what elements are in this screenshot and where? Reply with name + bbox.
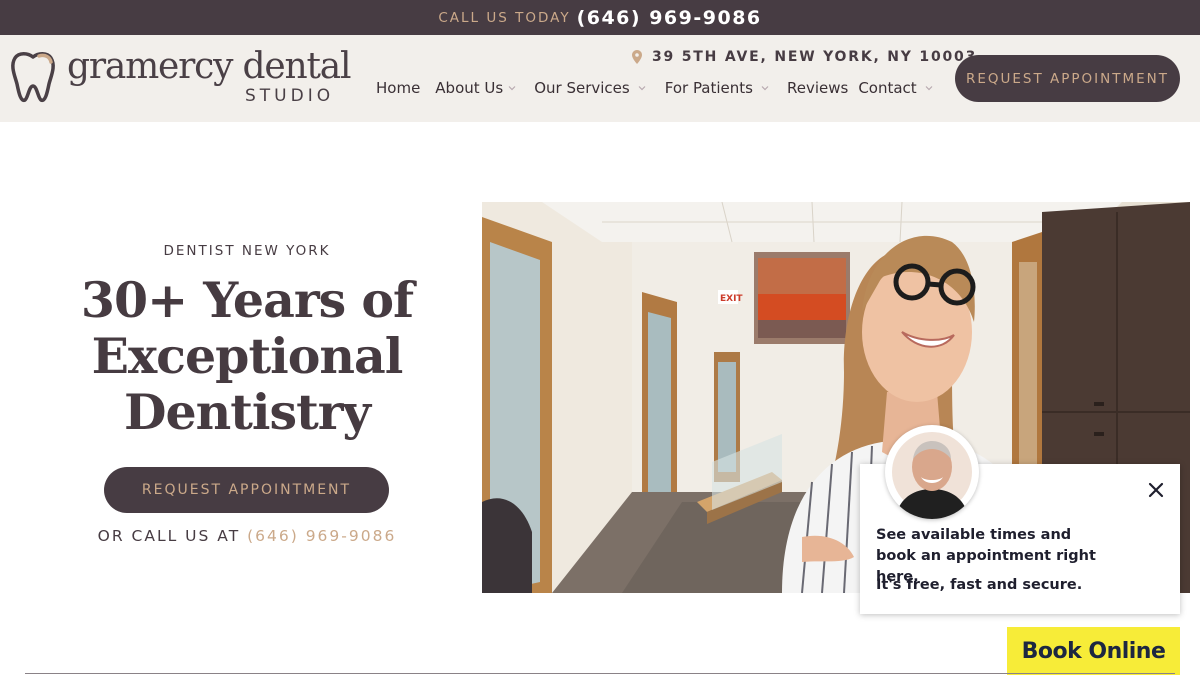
map-pin-icon <box>632 50 642 64</box>
hero-title-line: Exceptional <box>91 327 404 385</box>
chevron-down-icon <box>638 86 646 91</box>
address-text: 39 5TH AVE, NEW YORK, NY 10003 <box>652 49 978 65</box>
chevron-down-icon <box>508 86 516 91</box>
nav-label: Reviews <box>786 79 849 97</box>
main-nav: Home About Us Our Services For Patients … <box>376 79 948 97</box>
hero-phone-link[interactable]: (646) 969-9086 <box>247 527 396 545</box>
section-divider <box>25 673 1175 674</box>
doctor-avatar <box>885 425 979 519</box>
logo-studio: STUDIO <box>245 86 335 106</box>
call-us-label: CALL US TODAY <box>438 9 571 26</box>
tooth-icon <box>11 52 55 103</box>
hero-title-line: 30+ Years of <box>80 271 414 329</box>
nav-item-our-services[interactable]: Our Services <box>534 79 646 97</box>
hero-request-appointment-button[interactable]: REQUEST APPOINTMENT <box>104 467 389 513</box>
popup-message-secondary: It's free, fast and secure. <box>876 577 1083 593</box>
hero-title: 30+ Years of Exceptional Dentistry <box>0 272 494 440</box>
nav-label: Contact <box>858 79 917 97</box>
nav-item-about-us[interactable]: About Us <box>435 79 516 97</box>
chevron-down-icon <box>925 86 933 91</box>
site-logo[interactable]: gramercy dental STUDIO <box>9 46 354 108</box>
hero-eyebrow: DENTIST NEW YORK <box>163 243 331 259</box>
book-online-button[interactable]: Book Online <box>1007 627 1180 675</box>
top-phone-link[interactable]: (646) 969-9086 <box>577 7 762 29</box>
chevron-down-icon <box>761 86 769 91</box>
logo-wordmark: gramercy dental <box>67 46 351 87</box>
call-prefix: OR CALL US AT <box>97 527 241 545</box>
nav-item-contact[interactable]: Contact <box>858 79 933 97</box>
header-request-appointment-button[interactable]: REQUEST APPOINTMENT <box>955 55 1180 102</box>
doctor-avatar-image <box>892 432 972 519</box>
nav-label: Our Services <box>534 79 630 97</box>
nav-item-home[interactable]: Home <box>376 79 420 97</box>
top-call-bar: CALL US TODAY (646) 969-9086 <box>0 0 1200 35</box>
address-line[interactable]: 39 5TH AVE, NEW YORK, NY 10003 <box>632 49 977 65</box>
site-header: gramercy dental STUDIO 39 5TH AVE, NEW Y… <box>0 35 1200 122</box>
hero-call-line: OR CALL US AT (646) 969-9086 <box>0 527 494 545</box>
nav-label: For Patients <box>664 79 753 97</box>
nav-item-reviews[interactable]: Reviews <box>787 79 848 97</box>
close-icon[interactable] <box>1148 482 1164 498</box>
svg-text:EXIT: EXIT <box>720 294 743 304</box>
hero-title-line: Dentistry <box>123 383 371 441</box>
nav-label: About Us <box>435 79 504 97</box>
nav-label: Home <box>376 79 421 97</box>
nav-item-for-patients[interactable]: For Patients <box>665 79 769 97</box>
